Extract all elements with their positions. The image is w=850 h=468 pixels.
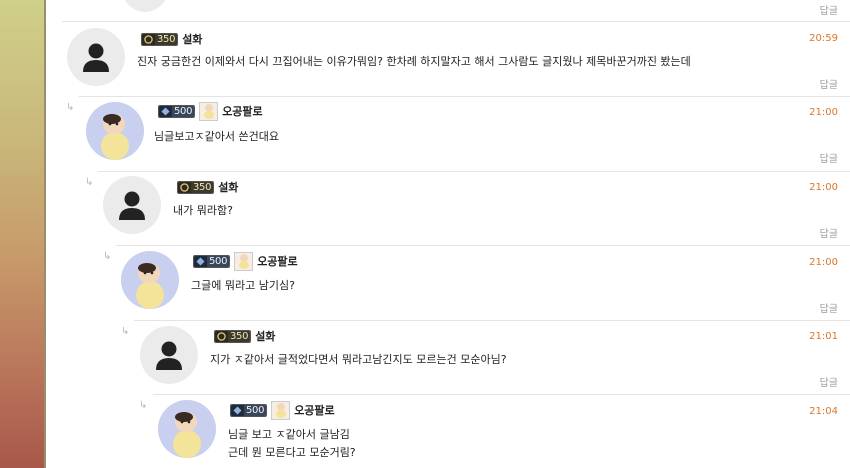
separator (153, 394, 850, 395)
comment-text: 님글보고ㅈ같아서 쓴건대요 (154, 130, 279, 143)
comment-meta: 500 오공팔로 (158, 101, 263, 121)
separator (116, 245, 850, 246)
avatar (120, 0, 170, 12)
level-badge: 500 (158, 104, 196, 118)
level-icon (215, 330, 228, 342)
reply-arrow-icon: ↳ (85, 177, 94, 188)
comment-panel: 답글 350 설화 20:59 진자 궁금한건 이제와서 다시 끄집어내는 이유… (46, 0, 850, 468)
comment-text-line: 님글 보고 ㅈ같아서 글남김 (228, 428, 350, 441)
level-badge: 350 (214, 329, 252, 343)
comment-meta: 500 오공팔로 (193, 251, 298, 271)
level-badge: 350 (177, 180, 215, 194)
character-avatar-icon (271, 400, 291, 420)
comment-text: 진자 궁금한건 이제와서 다시 끄집어내는 이유가뭐임? 한차례 하지말자고 해… (137, 55, 691, 68)
nickname[interactable]: 오공팔로 (222, 103, 262, 119)
page-background-left (0, 0, 46, 468)
comment-meta: 350 설화 (177, 179, 238, 195)
character-avatar-icon (199, 101, 219, 121)
avatar[interactable] (86, 102, 144, 160)
separator (79, 96, 850, 97)
reply-button[interactable]: 답글 (820, 300, 838, 315)
nickname[interactable]: 오공팔로 (257, 253, 297, 269)
reply-button[interactable]: 답글 (820, 374, 838, 389)
separator (62, 21, 850, 22)
reply-arrow-icon: ↳ (121, 326, 130, 337)
reply-arrow-icon: ↳ (103, 251, 112, 262)
timestamp: 21:04 (809, 406, 838, 417)
reply-button[interactable]: 답글 (820, 225, 838, 240)
nickname[interactable]: 설화 (255, 328, 275, 344)
reply-button[interactable]: 답글 (820, 2, 838, 17)
default-user-icon (83, 43, 109, 72)
level-icon (178, 181, 191, 193)
level-badge: 500 (230, 403, 268, 417)
level-icon (231, 404, 244, 416)
comment-text-line: 근데 뭔 모른다고 모순거림? (228, 446, 356, 459)
reply-arrow-icon: ↳ (66, 102, 75, 113)
timestamp: 20:59 (809, 33, 838, 44)
level-icon (142, 33, 155, 45)
timestamp: 21:01 (809, 331, 838, 342)
avatar[interactable] (103, 176, 161, 234)
default-user-icon (156, 341, 182, 370)
level-icon (159, 105, 172, 117)
timestamp: 21:00 (809, 182, 838, 193)
nickname[interactable]: 오공팔로 (294, 402, 334, 418)
comment-meta: 500 오공팔로 (230, 400, 335, 420)
comment-text: 내가 뭐라함? (173, 204, 233, 217)
character-avatar (158, 400, 216, 458)
character-avatar (121, 251, 179, 309)
comment-meta: 350 설화 (141, 31, 202, 47)
avatar[interactable] (140, 326, 198, 384)
timestamp: 21:00 (809, 107, 838, 118)
nickname[interactable]: 설화 (218, 179, 238, 195)
avatar[interactable] (158, 400, 216, 458)
separator (134, 320, 850, 321)
character-avatar-icon (234, 251, 254, 271)
reply-button[interactable]: 답글 (820, 150, 838, 165)
default-user-icon (119, 191, 145, 220)
level-badge: 500 (193, 254, 231, 268)
level-badge: 350 (141, 32, 179, 46)
avatar[interactable] (121, 251, 179, 309)
timestamp: 21:00 (809, 257, 838, 268)
separator (98, 171, 850, 172)
nickname[interactable]: 설화 (182, 31, 202, 47)
character-avatar (86, 102, 144, 160)
avatar[interactable] (67, 28, 125, 86)
comment-meta: 350 설화 (214, 328, 275, 344)
reply-arrow-icon: ↳ (139, 400, 148, 411)
comment-text: 지가 ㅈ같아서 글적었다면서 뭐라고남긴지도 모르는건 모순아님? (210, 353, 507, 366)
comment-text: 그글에 뭐라고 남기심? (191, 279, 295, 292)
reply-button[interactable]: 답글 (820, 76, 838, 91)
level-icon (194, 255, 207, 267)
